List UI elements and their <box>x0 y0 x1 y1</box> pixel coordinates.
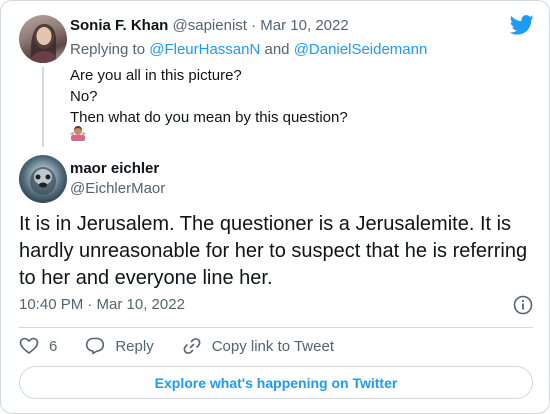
reply-button[interactable]: Reply <box>85 336 154 356</box>
quoted-tweet-header: Sonia F. Khan @sapienist · Mar 10, 2022 <box>70 16 349 36</box>
replying-to-line: Replying to @FleurHassanN and @DanielSei… <box>70 40 427 60</box>
tweet-actions-bar: 6 Reply Copy link to Tweet <box>19 334 362 358</box>
main-tweet-text: It is in Jerusalem. The questioner is a … <box>19 213 528 289</box>
explore-twitter-button[interactable]: Explore what's happening on Twitter <box>19 366 533 399</box>
header-separator: · <box>251 17 257 34</box>
reply-mention-1[interactable]: @FleurHassanN <box>149 41 260 58</box>
replying-prefix: Replying to <box>70 41 146 58</box>
main-author-name[interactable]: maor eichler <box>70 159 159 179</box>
quoted-author-handle[interactable]: @sapienist <box>173 17 247 34</box>
link-icon <box>183 338 201 354</box>
reply-mention-2[interactable]: @DanielSeidemann <box>294 41 428 58</box>
like-button[interactable]: 6 <box>19 336 57 356</box>
copy-link-label: Copy link to Tweet <box>211 337 334 355</box>
quoted-line-1: Are you all in this picture? <box>70 67 242 84</box>
quoted-line-2: No? <box>70 88 98 105</box>
replying-and: and <box>264 41 290 58</box>
copy-link-button[interactable]: Copy link to Tweet <box>182 336 334 356</box>
heart-icon <box>19 337 39 354</box>
avatar-sonia-image <box>29 23 59 63</box>
tweet-timestamp[interactable]: 10:40 PM · Mar 10, 2022 <box>19 295 185 315</box>
actions-divider <box>19 327 533 328</box>
tweet-card: Sonia F. Khan @sapienist · Mar 10, 2022 … <box>0 0 550 414</box>
reply-bubble-icon <box>86 337 105 355</box>
avatar-maor-image <box>30 167 56 195</box>
quoted-tweet-text: Are you all in this picture? No? Then wh… <box>70 65 348 128</box>
quoted-line-3: Then what do you mean by this question? <box>70 109 348 126</box>
main-author-handle[interactable]: @EichlerMaor <box>70 179 165 199</box>
twitter-bird-icon[interactable] <box>510 15 534 35</box>
like-count: 6 <box>49 337 58 355</box>
reply-label: Reply <box>115 337 154 355</box>
avatar-sonia[interactable] <box>19 15 67 63</box>
avatar-maor[interactable] <box>19 155 67 203</box>
thread-connector-line <box>42 67 44 147</box>
quoted-author-name[interactable]: Sonia F. Khan <box>70 17 168 34</box>
quoted-date[interactable]: Mar 10, 2022 <box>260 17 348 34</box>
info-icon[interactable] <box>513 295 533 315</box>
person-shrugging-emoji-icon <box>70 126 86 141</box>
